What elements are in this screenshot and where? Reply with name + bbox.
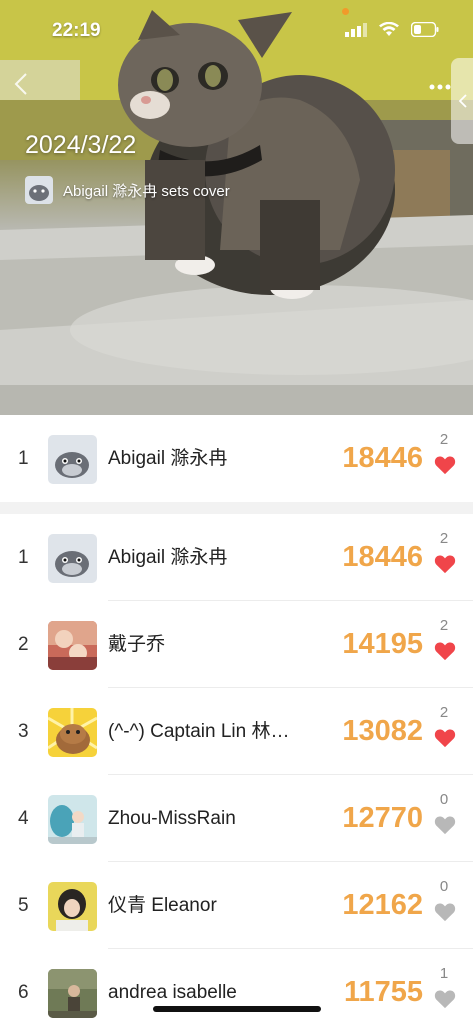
user-name: (^-^) Captain Lin 林… <box>108 721 290 742</box>
rank-number: 3 <box>18 721 29 742</box>
heart-icon[interactable] <box>434 554 456 574</box>
avatar[interactable] <box>48 435 97 484</box>
like-count: 2 <box>439 617 449 634</box>
cover-setter-text: Abigail 滁永冉 sets cover <box>63 182 230 200</box>
user-name: Abigail 滁永冉 <box>108 448 228 469</box>
list-item[interactable]: 4 Zhou-MissRain 12770 0 <box>0 775 473 862</box>
rank-number: 2 <box>18 634 29 655</box>
step-count: 13082 <box>342 715 423 747</box>
avatar[interactable] <box>48 708 97 757</box>
rank-number: 1 <box>18 448 29 469</box>
avatar[interactable] <box>48 534 97 583</box>
cover-date: 2024/3/22 <box>25 131 137 159</box>
user-name: 仪青 Eleanor <box>108 895 217 916</box>
avatar[interactable] <box>48 795 97 844</box>
rank-number: 5 <box>18 895 29 916</box>
avatar[interactable] <box>48 882 97 931</box>
step-count: 14195 <box>342 628 423 660</box>
my-rank-row[interactable]: 1 Abigail 滁永冉 18446 2 <box>0 415 473 502</box>
status-bar: 22:19 <box>0 0 473 60</box>
like-count: 2 <box>439 530 449 547</box>
user-name: Zhou-MissRain <box>108 808 236 829</box>
side-panel-tab[interactable] <box>451 58 473 144</box>
heart-icon[interactable] <box>434 641 456 661</box>
cat-photo <box>0 0 473 415</box>
list-item[interactable]: 1 Abigail 滁永冉 18446 2 <box>0 514 473 601</box>
avatar[interactable] <box>48 969 97 1018</box>
like-count: 2 <box>439 704 449 721</box>
step-count: 12162 <box>342 889 423 921</box>
heart-icon[interactable] <box>434 728 456 748</box>
user-name: Abigail 滁永冉 <box>108 547 228 568</box>
avatar[interactable] <box>48 621 97 670</box>
list-item[interactable]: 2 戴子乔 14195 2 <box>0 601 473 688</box>
step-count: 18446 <box>342 442 423 474</box>
like-count: 0 <box>439 791 449 808</box>
status-time: 22:19 <box>52 20 101 41</box>
heart-icon[interactable] <box>434 455 456 475</box>
heart-icon[interactable] <box>434 902 456 922</box>
like-count: 0 <box>439 878 449 895</box>
more-dots-icon <box>429 84 451 90</box>
rank-number: 4 <box>18 808 29 829</box>
chevron-left-icon <box>14 73 27 95</box>
cover-setter: Abigail 滁永冉 sets cover <box>25 176 230 204</box>
step-count: 18446 <box>342 541 423 573</box>
cover-image: 22:19 2024/3/22 Abigail 滁永冉 sets cover <box>0 0 473 415</box>
home-indicator[interactable] <box>153 1006 321 1012</box>
back-button[interactable] <box>14 72 42 100</box>
more-options-button[interactable] <box>429 70 451 96</box>
recording-indicator-dot <box>342 8 349 15</box>
list-item[interactable]: 5 仪青 Eleanor 12162 0 <box>0 862 473 949</box>
section-divider <box>0 502 473 514</box>
list-item[interactable]: 3 (^-^) Captain Lin 林… 13082 2 <box>0 688 473 775</box>
heart-icon[interactable] <box>434 815 456 835</box>
heart-icon[interactable] <box>434 989 456 1009</box>
chevron-left-icon <box>458 94 467 108</box>
wifi-icon <box>379 22 399 36</box>
user-name: 戴子乔 <box>108 634 166 655</box>
avatar <box>25 176 53 204</box>
like-count: 2 <box>439 431 449 448</box>
battery-icon <box>411 22 439 37</box>
signal-icon <box>345 22 367 37</box>
rank-number: 1 <box>18 547 29 568</box>
step-count: 12770 <box>342 802 423 834</box>
status-icons <box>345 22 439 37</box>
like-count: 1 <box>439 965 449 982</box>
